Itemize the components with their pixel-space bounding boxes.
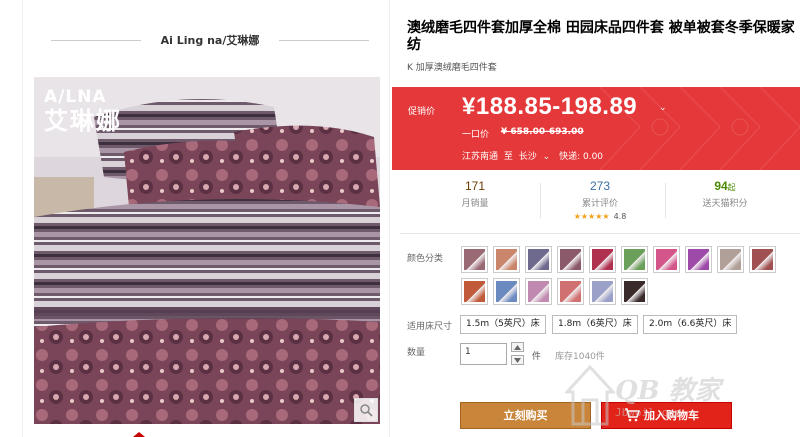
brand-logo: A/LNA 艾琳娜: [44, 87, 139, 137]
color-swatch[interactable]: [717, 246, 744, 273]
color-swatch[interactable]: [589, 246, 616, 273]
swatch-thumbnail: [592, 249, 613, 270]
chevron-down-icon: ⌄: [542, 152, 551, 162]
color-swatch[interactable]: [525, 246, 552, 273]
promo-label: 促销价: [408, 107, 436, 117]
sales-label: 月销量: [461, 199, 489, 209]
promo-price: ¥188.85-198.89: [462, 93, 638, 120]
logo-cn: 艾琳娜: [44, 107, 122, 135]
thumbnail-pointer-icon: [133, 432, 145, 437]
chevron-down-icon[interactable]: ⌄: [659, 103, 667, 113]
size-option-1-5m[interactable]: 1.5m（5英尺）床: [460, 315, 546, 334]
swatch-thumbnail: [688, 249, 709, 270]
color-swatch[interactable]: [621, 246, 648, 273]
size-option-2-0m[interactable]: 2.0m（6.6英尺）床: [643, 315, 738, 334]
sales-count: 171: [464, 179, 486, 193]
product-title: 澳绒磨毛四件套加厚全棉 田园床品四件套 被单被套冬季保暖家纺: [407, 20, 795, 53]
product-gallery: Ai Ling na/艾琳娜 A/LNA 艾琳娜: [22, 0, 390, 437]
color-label: 颜色分类: [407, 254, 444, 264]
swatch-thumbnail: [560, 249, 581, 270]
zoom-button[interactable]: [354, 398, 378, 422]
rating-value: 4.8: [613, 212, 627, 221]
review-label: 累计评价: [581, 199, 618, 209]
points-value: 94起: [670, 179, 780, 193]
divider: [400, 233, 800, 234]
price-panel: 促销价 ¥188.85-198.89 ⌄ 一口价 ¥ 658.00-693.00…: [392, 87, 800, 170]
product-subtitle: K 加厚澳绒磨毛四件套: [407, 63, 497, 73]
points-num: 94: [714, 179, 728, 193]
color-swatch[interactable]: [749, 246, 776, 273]
swatch-thumbnail: [560, 281, 581, 302]
review-count: 273: [589, 179, 611, 193]
original-price-label: 一口价: [462, 130, 490, 140]
swatch-thumbnail: [496, 281, 517, 302]
original-price: ¥ 658.00-693.00: [501, 127, 584, 137]
tmall-points: 94起 送天猫积分: [670, 179, 780, 209]
swatch-thumbnail: [496, 249, 517, 270]
points-label: 送天猫积分: [702, 199, 748, 209]
logo-en: A/LNA: [44, 87, 107, 107]
color-swatch[interactable]: [653, 246, 680, 273]
stars-icon: ★★★★★: [573, 212, 610, 221]
swatch-thumbnail: [528, 281, 549, 302]
ship-from: 江苏南通: [462, 152, 499, 162]
points-unit: 起: [727, 183, 736, 192]
shipping-info: 江苏南通 至 长沙 ⌄ 快递: 0.00: [462, 149, 606, 162]
swatch-thumbnail: [528, 249, 549, 270]
magnifier-icon: [360, 404, 373, 417]
quantity-decrease-button[interactable]: [511, 355, 524, 365]
color-swatch[interactable]: [493, 246, 520, 273]
swatch-thumbnail: [592, 281, 613, 302]
chevron-down-icon: [514, 357, 521, 363]
color-swatch[interactable]: [557, 246, 584, 273]
color-swatch[interactable]: [557, 278, 584, 305]
express-fee: 快递: 0.00: [559, 152, 604, 162]
divider: [665, 183, 666, 218]
swatch-thumbnail: [464, 249, 485, 270]
ship-to: 长沙: [518, 152, 537, 162]
color-swatch[interactable]: [461, 246, 488, 273]
quantity-unit: 件: [532, 352, 542, 362]
color-swatch[interactable]: [621, 278, 648, 305]
divider: [540, 183, 541, 218]
monthly-sales: 171 月销量: [420, 179, 530, 209]
size-option-1-8m[interactable]: 1.8m（6英尺）床: [552, 315, 638, 334]
color-swatch[interactable]: [525, 278, 552, 305]
swatch-thumbnail: [624, 249, 645, 270]
brand-bar: Ai Ling na/艾琳娜: [51, 30, 369, 50]
ship-to-select[interactable]: 长沙 ⌄: [519, 152, 553, 162]
size-label: 适用床尺寸: [407, 322, 453, 332]
reviews[interactable]: 273 累计评价 ★★★★★ 4.8: [545, 179, 655, 221]
chevron-up-icon: [514, 344, 521, 350]
quantity-label: 数量: [407, 348, 426, 358]
watermark: QB 教家 Jbwoil.com: [565, 358, 800, 437]
quantity-input[interactable]: 1: [460, 343, 507, 365]
divider-right: [279, 40, 369, 41]
main-product-image[interactable]: A/LNA 艾琳娜: [34, 77, 380, 424]
swatch-thumbnail: [752, 249, 773, 270]
ship-to-word: 至: [503, 152, 513, 162]
swatch-thumbnail: [624, 281, 645, 302]
color-swatch[interactable]: [589, 278, 616, 305]
quantity-increase-button[interactable]: [511, 342, 524, 352]
watermark-text: QB 教家: [615, 376, 721, 406]
swatch-thumbnail: [720, 249, 741, 270]
stats-row: 171 月销量 273 累计评价 ★★★★★ 4.8 94起 送天猫积分: [420, 179, 790, 229]
color-swatch[interactable]: [461, 278, 488, 305]
color-swatch[interactable]: [685, 246, 712, 273]
watermark-url: Jbwoil.com: [615, 406, 682, 419]
star-rating: ★★★★★ 4.8: [545, 212, 655, 221]
home-logo-icon: [565, 364, 615, 426]
color-swatch[interactable]: [493, 278, 520, 305]
swatch-thumbnail: [464, 281, 485, 302]
swatch-thumbnail: [656, 249, 677, 270]
